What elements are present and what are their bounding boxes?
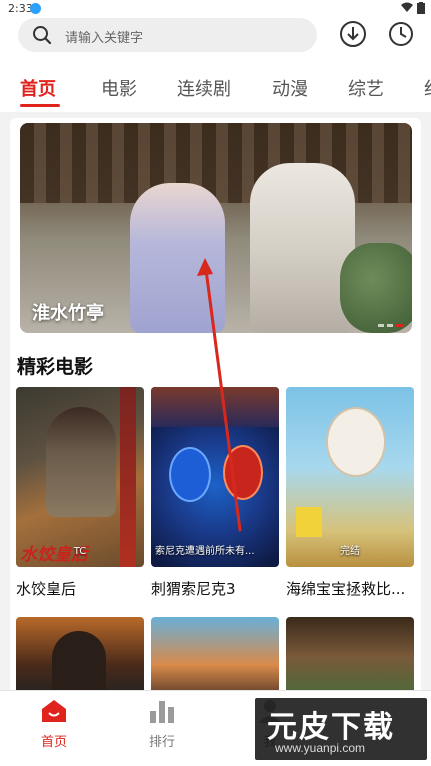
poster-character-blue — [169, 447, 211, 502]
poster-figure — [52, 631, 106, 697]
poster-character — [326, 407, 386, 477]
movie-badge-2: 索尼克遭遇前所未有... — [155, 546, 255, 557]
movie-badge-3: 完结 — [340, 546, 360, 557]
battery-icon — [417, 2, 425, 14]
movie-poster-4[interactable] — [16, 617, 144, 697]
banner-foliage — [340, 243, 412, 333]
home-icon — [42, 700, 66, 722]
active-tab-indicator — [20, 104, 60, 107]
download-icon — [340, 21, 366, 47]
banner-pagination — [378, 324, 404, 327]
status-bar: 2:33 — [0, 0, 431, 18]
movie-badge-1: TC — [73, 546, 87, 557]
tab-anime[interactable]: 动漫 — [272, 75, 308, 101]
download-button[interactable] — [339, 20, 367, 48]
movie-poster-2[interactable]: 索尼克遭遇前所未有... — [151, 387, 279, 567]
banner-dot — [387, 324, 393, 327]
movie-title-2[interactable]: 刺猬索尼克3 — [151, 578, 281, 599]
movie-poster-1[interactable]: 水饺皇后 TC — [16, 387, 144, 567]
category-tabs: 首页 电影 连续剧 动漫 综艺 纪 — [0, 68, 431, 108]
section-title: 精彩电影 — [17, 356, 94, 378]
nav-label-ranking: 排行 — [148, 735, 175, 750]
tab-documentary[interactable]: 纪 — [424, 75, 431, 101]
poster-city — [151, 387, 279, 427]
search-icon — [33, 26, 52, 45]
banner-dot-active — [396, 324, 404, 327]
tab-home[interactable]: 首页 — [20, 75, 56, 101]
status-time: 2:33 — [8, 2, 33, 15]
tab-series[interactable]: 连续剧 — [177, 75, 231, 101]
banner-title: 淮水竹亭 — [32, 303, 104, 324]
nav-item-ranking[interactable]: 排行 — [132, 699, 192, 750]
movie-poster-3[interactable]: 完结 — [286, 387, 414, 567]
watermark-url: www.yuanpi.com — [275, 741, 366, 755]
wifi-icon — [401, 2, 413, 12]
nav-label-home: 首页 — [40, 735, 67, 750]
movie-title-3[interactable]: 海绵宝宝拯救比... — [286, 578, 416, 599]
movie-title-1[interactable]: 水饺皇后 — [16, 578, 146, 599]
banner-figure-left — [130, 183, 225, 333]
search-placeholder: 请输入关键字 — [65, 31, 144, 46]
movie-poster-6[interactable] — [286, 617, 414, 697]
header: 请输入关键字 首页 电影 连续剧 动漫 综艺 纪 — [0, 18, 431, 112]
poster-character-red — [223, 445, 263, 500]
poster-stripe — [120, 387, 136, 567]
status-icons — [401, 2, 425, 14]
search-input[interactable]: 请输入关键字 — [18, 18, 317, 52]
watermark-logo: 元皮下载 — [267, 710, 395, 745]
history-button[interactable] — [387, 20, 415, 48]
history-clock-icon — [389, 22, 413, 46]
tab-movies[interactable]: 电影 — [101, 75, 137, 101]
poster-figure — [46, 407, 116, 517]
bar-chart-icon — [150, 701, 174, 723]
poster-sponge — [296, 507, 322, 537]
banner-figure-right — [250, 163, 355, 333]
nav-item-home[interactable]: 首页 — [24, 699, 84, 750]
app-notification-icon — [30, 3, 41, 14]
tab-variety[interactable]: 综艺 — [348, 75, 384, 101]
banner-dot — [378, 324, 384, 327]
watermark: 元皮下载 www.yuanpi.com — [255, 698, 427, 760]
featured-banner[interactable]: 淮水竹亭 — [20, 123, 412, 333]
movie-poster-5[interactable] — [151, 617, 279, 697]
